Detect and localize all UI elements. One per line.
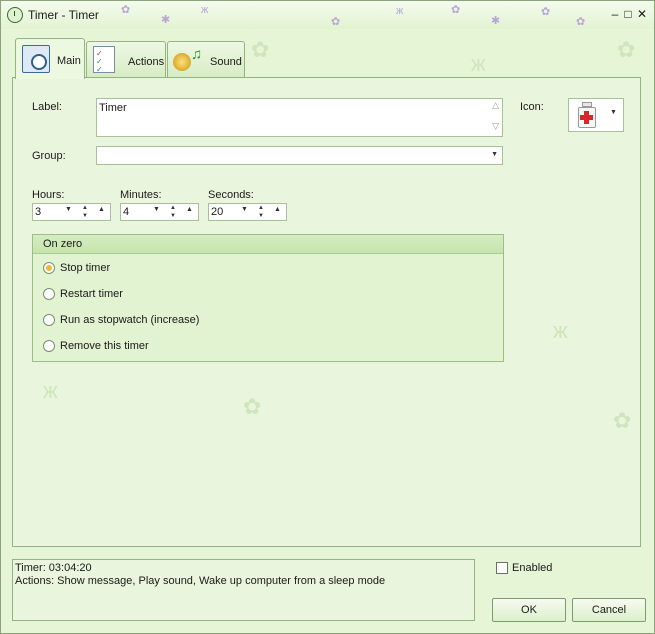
- radio-label: Restart timer: [60, 288, 123, 300]
- radio-button[interactable]: [43, 340, 55, 352]
- radio-label: Remove this timer: [60, 340, 149, 352]
- flower-decoration-icon: ✿: [243, 394, 262, 419]
- medicine-bottle-icon: [577, 102, 597, 129]
- butterfly-decoration-icon: ж: [201, 4, 209, 16]
- label-value: Timer: [99, 102, 127, 114]
- group-caption: Group:: [32, 150, 66, 162]
- radio-button[interactable]: [43, 288, 55, 300]
- radio-button[interactable]: [43, 314, 55, 326]
- chevron-down-icon[interactable]: ▼: [241, 206, 248, 213]
- tab-actions[interactable]: ✓ ✓ ✓ Actions: [86, 41, 166, 77]
- tab-main-label: Main: [57, 55, 81, 67]
- seconds-caption: Seconds:: [208, 189, 254, 201]
- on-zero-title: On zero: [43, 238, 83, 250]
- radio-stop-timer[interactable]: Stop timer: [43, 261, 343, 277]
- enabled-checkbox[interactable]: [496, 562, 508, 574]
- chevron-down-icon[interactable]: ▼: [65, 206, 72, 213]
- butterfly-decoration-icon: ж: [553, 318, 568, 343]
- tab-main[interactable]: Main: [15, 38, 85, 79]
- flower-decoration-icon: ✿: [541, 6, 551, 18]
- tab-actions-label: Actions: [128, 56, 165, 68]
- icon-picker[interactable]: ▼: [568, 98, 624, 132]
- flower-decoration-icon: ✿: [613, 408, 632, 433]
- scroll-up-icon[interactable]: △: [492, 100, 499, 111]
- hours-spinner[interactable]: 3 ▼ ▲ ▼ ▲: [32, 203, 111, 221]
- clock-calendar-icon: [22, 45, 50, 73]
- label-textarea[interactable]: Timer △ ▽: [96, 98, 503, 137]
- chevron-down-icon: ▼: [491, 151, 498, 158]
- icon-caption: Icon:: [520, 101, 544, 113]
- chevron-down-icon[interactable]: ▼: [153, 206, 160, 213]
- label-caption: Label:: [32, 101, 62, 113]
- timer-app-icon: [7, 7, 23, 23]
- minimize-button[interactable]: –: [608, 7, 622, 21]
- chevron-up-icon[interactable]: ▲: [98, 206, 105, 213]
- flower-decoration-icon: ✿: [576, 16, 586, 28]
- flower-decoration-icon: ✿: [451, 4, 461, 16]
- flower-decoration-icon: ✿: [331, 16, 341, 28]
- radio-run-as-stopwatch[interactable]: Run as stopwatch (increase): [43, 313, 343, 329]
- seconds-value: 20: [211, 206, 224, 218]
- star-decoration-icon: ✱: [491, 15, 501, 27]
- updown-icon[interactable]: ▲ ▼: [81, 204, 89, 220]
- maximize-button[interactable]: □: [621, 7, 635, 21]
- summary-actions-line: Actions: Show message, Play sound, Wake …: [15, 575, 386, 587]
- updown-icon[interactable]: ▲ ▼: [257, 204, 265, 220]
- group-combobox[interactable]: ▼: [96, 146, 503, 165]
- hours-value: 3: [35, 206, 42, 218]
- enabled-checkbox-row[interactable]: Enabled: [496, 561, 576, 577]
- chevron-up-icon[interactable]: ▲: [274, 206, 281, 213]
- ok-button[interactable]: OK: [492, 598, 566, 622]
- radio-restart-timer[interactable]: Restart timer: [43, 287, 343, 303]
- flower-decoration-icon: ✿: [617, 37, 636, 62]
- radio-label: Stop timer: [60, 262, 111, 274]
- checklist-icon: ✓ ✓ ✓: [93, 46, 115, 74]
- chevron-up-icon[interactable]: ▲: [186, 206, 193, 213]
- on-zero-header: On zero: [33, 235, 503, 254]
- flower-decoration-icon: ✿: [121, 4, 131, 16]
- enabled-label: Enabled: [512, 562, 553, 574]
- close-button[interactable]: ✕: [635, 7, 649, 21]
- radio-remove-timer[interactable]: Remove this timer: [43, 339, 343, 355]
- seconds-spinner[interactable]: 20 ▼ ▲ ▼ ▲: [208, 203, 287, 221]
- minutes-value: 4: [123, 206, 130, 218]
- cancel-button[interactable]: Cancel: [572, 598, 646, 622]
- minutes-spinner[interactable]: 4 ▼ ▲ ▼ ▲: [120, 203, 199, 221]
- title-bar[interactable]: Timer - Timer – □ ✕ ✿ ✱ ж ✿ ж ✿ ✱ ✿ ✿: [1, 1, 654, 29]
- tab-sound[interactable]: ♫ Sound: [167, 41, 245, 77]
- on-zero-group: On zero Stop timer Restart timer Run as …: [32, 234, 504, 362]
- scroll-down-icon[interactable]: ▽: [492, 121, 499, 132]
- butterfly-decoration-icon: ж: [471, 51, 486, 76]
- radio-label: Run as stopwatch (increase): [60, 314, 200, 326]
- main-tab-panel: ✿ ж ж ✿ ✿ Label: Timer △ ▽ Icon: ▼ Group…: [12, 77, 641, 547]
- flower-decoration-icon: ✿: [251, 37, 270, 62]
- timer-summary: Timer: 03:04:20 Actions: Show message, P…: [12, 559, 475, 621]
- minutes-caption: Minutes:: [120, 189, 162, 201]
- speaker-icon: ♫: [173, 46, 203, 74]
- updown-icon[interactable]: ▲ ▼: [169, 204, 177, 220]
- timer-dialog-window: Timer - Timer – □ ✕ ✿ ✱ ж ✿ ж ✿ ✱ ✿ ✿ ✿ …: [0, 0, 655, 634]
- radio-button-selected[interactable]: [43, 262, 55, 274]
- butterfly-decoration-icon: ж: [396, 5, 404, 17]
- window-title: Timer - Timer: [28, 8, 99, 22]
- hours-caption: Hours:: [32, 189, 65, 201]
- chevron-down-icon: ▼: [610, 109, 617, 116]
- star-decoration-icon: ✱: [161, 14, 171, 26]
- tab-sound-label: Sound: [210, 56, 242, 68]
- butterfly-decoration-icon: ж: [43, 378, 58, 403]
- summary-timer-line: Timer: 03:04:20: [15, 562, 92, 574]
